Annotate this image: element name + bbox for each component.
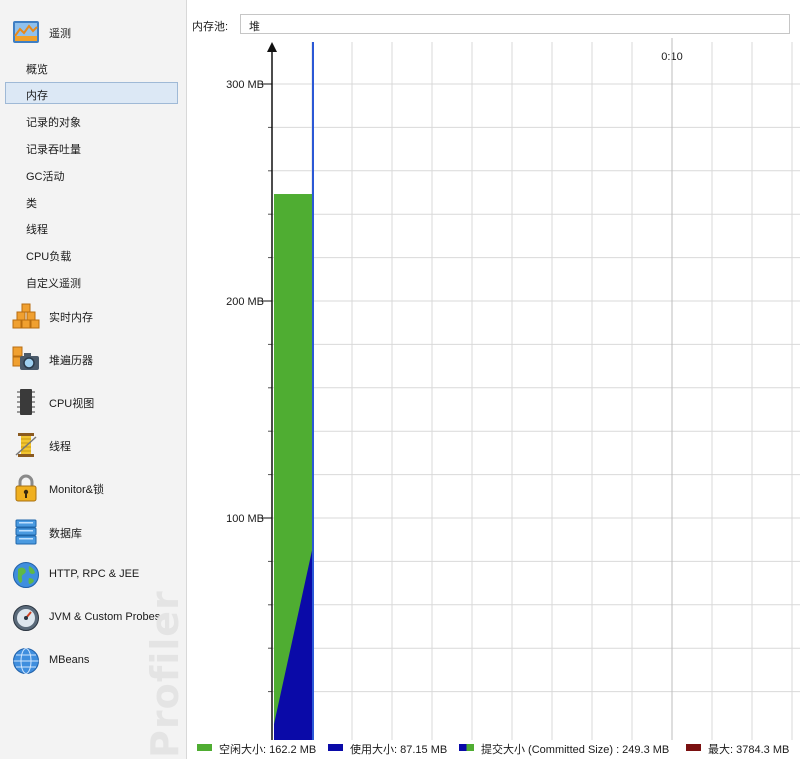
sidebar-subitem-label: 自定义遥测 bbox=[26, 278, 81, 290]
legend-text-used: 使用大小: 87.15 MB bbox=[350, 744, 448, 756]
y-axis-arrow bbox=[267, 42, 277, 52]
legend-text-max: 最大: 3784.3 MB bbox=[708, 744, 790, 756]
memory-chart[interactable]: 100 MB200 MB300 MB 0:10 bbox=[186, 38, 800, 742]
sidebar-item-label: CPU视图 bbox=[49, 398, 95, 410]
sidebar-subitem-label: 记录吞吐量 bbox=[26, 144, 81, 156]
heap-walker-icon bbox=[12, 346, 39, 370]
memory-pool-value: 堆 bbox=[249, 21, 260, 33]
telemetry-icon bbox=[13, 21, 39, 43]
sidebar-item-label: MBeans bbox=[49, 654, 90, 666]
sidebar-item-label: 线程 bbox=[49, 441, 71, 453]
y-axis-labels: 100 MB 200 MB 300 MB bbox=[226, 79, 272, 525]
sidebar-subitem-label: 线程 bbox=[26, 224, 48, 236]
memory-pool-select[interactable]: 堆 bbox=[240, 14, 790, 34]
gauge-icon bbox=[13, 605, 39, 631]
y-tick-label: 200 MB bbox=[226, 296, 264, 308]
mbeans-globe-icon bbox=[13, 648, 39, 674]
horizontal-gridlines bbox=[272, 83, 800, 693]
legend-swatch-used bbox=[328, 744, 343, 751]
sidebar-item-label: 数据库 bbox=[49, 528, 82, 540]
sidebar-subitem-label: 内存 bbox=[26, 90, 48, 102]
sidebar-subitem-label: GC活动 bbox=[26, 171, 65, 183]
sidebar-subitem-label: 类 bbox=[26, 198, 37, 210]
sidebar-subitem-custom-telemetry[interactable]: 自定义遥测 bbox=[5, 270, 178, 292]
sidebar-subitem-label: 概览 bbox=[26, 64, 48, 76]
sidebar-item-label: 实时内存 bbox=[49, 312, 93, 324]
sidebar-item-label: HTTP, RPC & JEE bbox=[49, 568, 140, 580]
live-memory-icon bbox=[12, 303, 40, 329]
sidebar-subitem-label: CPU负载 bbox=[26, 251, 72, 263]
sidebar-item-threads[interactable]: 线程 bbox=[0, 425, 186, 465]
sidebar-item-label: Monitor&锁 bbox=[49, 484, 105, 496]
sidebar-subitem-recorded-throughput[interactable]: 记录吞吐量 bbox=[5, 136, 178, 158]
sidebar-subitem-label: 记录的对象 bbox=[26, 117, 81, 129]
legend-swatch-committed bbox=[459, 744, 474, 751]
sidebar-item-monitors-locks[interactable]: Monitor&锁 bbox=[0, 468, 186, 508]
cpu-views-icon bbox=[17, 389, 35, 415]
sidebar-subitem-recorded-objects[interactable]: 记录的对象 bbox=[5, 109, 178, 131]
sidebar-item-databases[interactable]: 数据库 bbox=[0, 512, 186, 552]
threads-icon bbox=[15, 433, 37, 457]
watermark-text: Profiler bbox=[143, 590, 187, 758]
database-icon bbox=[15, 519, 37, 545]
legend-swatch-max bbox=[686, 744, 701, 751]
sidebar-subitem-threads[interactable]: 线程 bbox=[5, 216, 178, 238]
sidebar-item-telemetry[interactable]: 遥测 bbox=[0, 12, 186, 52]
globe-icon bbox=[13, 562, 39, 588]
sidebar-subitem-classes[interactable]: 类 bbox=[5, 190, 178, 212]
legend-text-committed: 提交大小 (Committed Size) : 249.3 MB bbox=[481, 744, 670, 756]
sidebar-subitem-memory[interactable]: 内存 bbox=[5, 82, 178, 104]
legend-text-free: 空闲大小: 162.2 MB bbox=[219, 744, 317, 756]
sidebar-item-live-memory[interactable]: 实时内存 bbox=[0, 296, 186, 336]
sidebar-item-telemetry-label: 遥测 bbox=[49, 28, 71, 40]
memory-pool-label: 内存池: bbox=[192, 21, 229, 33]
vertical-gridlines bbox=[311, 42, 793, 740]
y-tick-label: 100 MB bbox=[226, 513, 264, 525]
sidebar-item-heap-walker[interactable]: 堆遍历器 bbox=[0, 339, 186, 379]
sidebar-subitem-gc-activity[interactable]: GC活动 bbox=[5, 163, 178, 185]
navigation-sidebar: 遥测 概览 内存 记录的对象 记录吞吐量 GC活动 类 线程 CPU负载 自定义… bbox=[0, 0, 187, 759]
lock-icon bbox=[15, 474, 37, 502]
sidebar-subitem-overview[interactable]: 概览 bbox=[5, 56, 178, 78]
sidebar-item-label: 堆遍历器 bbox=[49, 355, 93, 367]
y-tick-label: 300 MB bbox=[226, 79, 264, 91]
sidebar-item-http-rpc-jee[interactable]: HTTP, RPC & JEE bbox=[0, 555, 186, 595]
sidebar-item-cpu-views[interactable]: CPU视图 bbox=[0, 382, 186, 422]
sidebar-subitem-cpu-load[interactable]: CPU负载 bbox=[5, 243, 178, 265]
legend-swatch-free bbox=[197, 744, 212, 751]
